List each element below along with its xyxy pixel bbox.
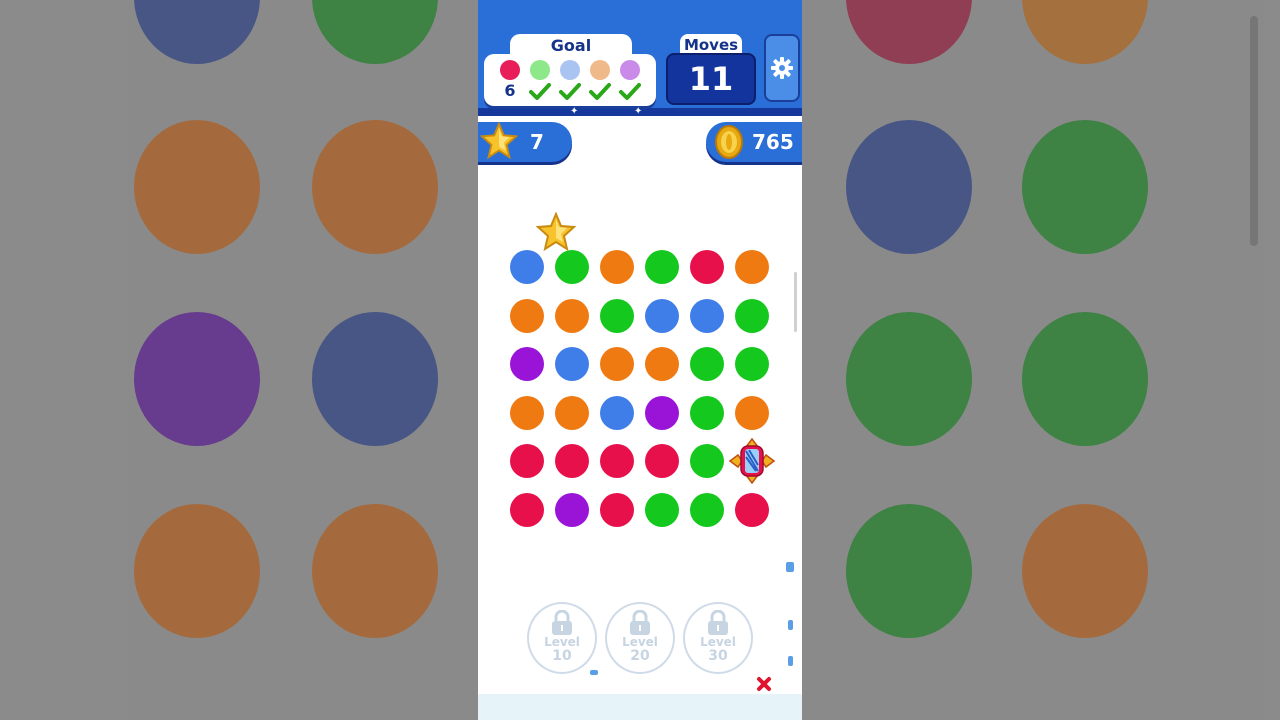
checkmark-icon (619, 83, 641, 100)
board-dot-red[interactable] (551, 444, 589, 483)
confetti-piece (590, 670, 598, 675)
lock-level-number: 20 (630, 648, 650, 664)
striped-candy-bomb-icon[interactable] (728, 437, 776, 485)
board-dot-blue[interactable] (551, 347, 589, 386)
moves-value: 11 (688, 60, 734, 98)
lock-icon (630, 610, 650, 635)
goal-item (527, 60, 553, 104)
board-dot-green[interactable] (641, 493, 679, 531)
goal-panel: 6 (484, 54, 656, 106)
background-scrollbar (1250, 16, 1258, 246)
locked-level-badge: Level 30 (683, 602, 753, 674)
board-dot-purple[interactable] (551, 493, 589, 531)
board-dot-green[interactable] (731, 298, 769, 337)
board-dot-orange[interactable] (731, 395, 769, 434)
goal-count: 6 (504, 81, 516, 100)
board-dot-purple[interactable] (641, 395, 679, 434)
board-dot-blue[interactable] (641, 298, 679, 337)
close-icon[interactable] (756, 676, 772, 692)
board-dot-green[interactable] (686, 347, 724, 386)
board-dot-red[interactable] (596, 444, 634, 483)
confetti-piece (788, 656, 793, 666)
goal-item (587, 60, 613, 104)
board-dot-green[interactable] (686, 444, 724, 483)
goal-item (557, 60, 583, 104)
board-dot-green[interactable] (596, 298, 634, 337)
top-bar: Goal 6 Moves 11 ✦ ✦ (478, 0, 802, 117)
coin-count: 765 (752, 130, 794, 154)
board-dot-green[interactable] (551, 250, 589, 288)
moves-title: Moves (683, 36, 739, 54)
board-dot-red[interactable] (731, 493, 769, 531)
goal-color-dot (590, 60, 610, 80)
moves-counter: 11 (666, 53, 756, 105)
board-dot-green[interactable] (641, 250, 679, 288)
gear-icon (771, 57, 793, 79)
settings-button[interactable] (764, 34, 800, 102)
scrollbar (794, 272, 797, 332)
board-dot-red[interactable] (686, 250, 724, 288)
goal-item: 6 (497, 60, 523, 104)
board-dot-red[interactable] (506, 493, 544, 531)
game-screen: Goal 6 Moves 11 ✦ ✦ 7 765 Level 10 Level… (478, 0, 802, 720)
confetti-piece (788, 620, 793, 630)
board-dot-orange[interactable] (641, 347, 679, 386)
goal-title: Goal (550, 36, 592, 55)
board-dot-green[interactable] (686, 493, 724, 531)
board-dot-red[interactable] (506, 444, 544, 483)
goal-color-dot (500, 60, 520, 80)
goal-color-dot (560, 60, 580, 80)
lock-icon (552, 610, 572, 635)
locked-level-badge: Level 10 (527, 602, 597, 674)
star-counter: 7 (478, 122, 572, 162)
checkmark-icon (559, 83, 581, 100)
board-dot-blue[interactable] (506, 250, 544, 288)
board-dot-blue[interactable] (686, 298, 724, 337)
board-dot-green[interactable] (731, 347, 769, 386)
board-dot-red[interactable] (641, 444, 679, 483)
lock-level-number: 10 (552, 648, 572, 664)
star-icon (480, 122, 518, 160)
locked-level-badge: Level 20 (605, 602, 675, 674)
board-dot-purple[interactable] (506, 347, 544, 386)
goal-color-dot (530, 60, 550, 80)
board-dot-orange[interactable] (506, 395, 544, 434)
goal-color-dot (620, 60, 640, 80)
confetti-piece (786, 562, 794, 572)
board-dot-orange[interactable] (731, 250, 769, 288)
star-count: 7 (530, 130, 544, 154)
board-dot-orange[interactable] (551, 298, 589, 337)
coin-icon (715, 125, 743, 159)
board-dot-blue[interactable] (596, 395, 634, 434)
lock-level-number: 30 (708, 648, 728, 664)
bottom-strip (478, 694, 802, 720)
board-dot-orange[interactable] (506, 298, 544, 337)
board-dot-green[interactable] (686, 395, 724, 434)
board-dot-orange[interactable] (551, 395, 589, 434)
lock-icon (708, 610, 728, 635)
coin-counter: 765 (706, 122, 802, 162)
floating-star-icon (536, 212, 576, 252)
checkmark-icon (529, 83, 551, 100)
board-dot-orange[interactable] (596, 347, 634, 386)
sparkle: ✦ (570, 106, 579, 117)
goal-item (617, 60, 643, 104)
checkmark-icon (589, 83, 611, 100)
board-dot-orange[interactable] (596, 250, 634, 288)
sparkle: ✦ (634, 106, 643, 117)
board-dot-red[interactable] (596, 493, 634, 531)
